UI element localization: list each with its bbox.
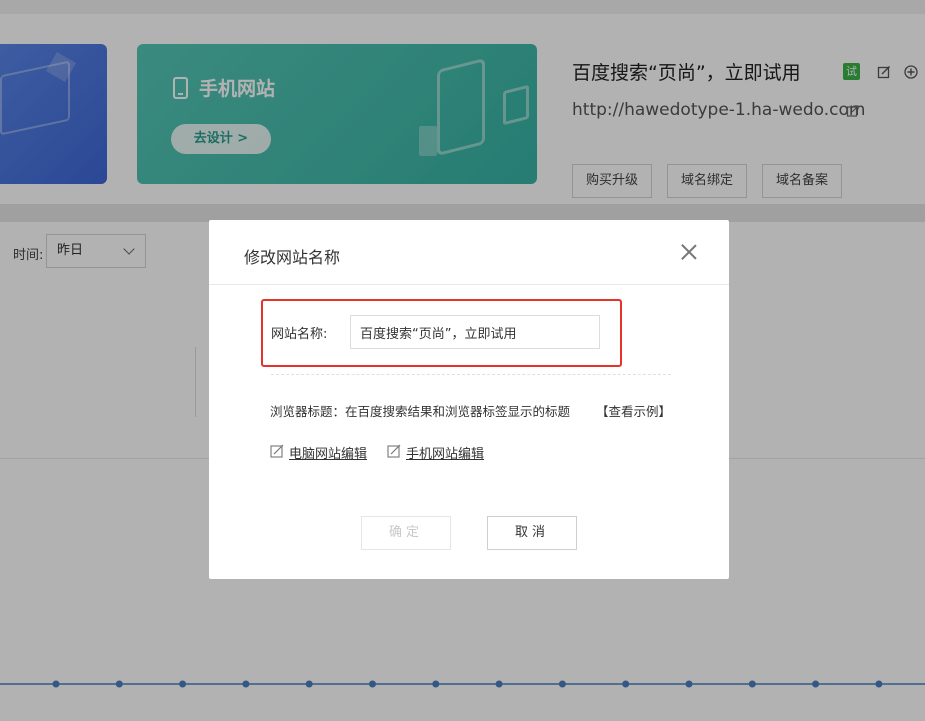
browser-title-label: 浏览器标题：在百度搜索结果和浏览器标签显示的标题 <box>270 404 571 419</box>
view-example-link[interactable]: 【查看示例】 <box>596 401 671 420</box>
rename-site-dialog: 修改网站名称 网站名称: 浏览器标题：在百度搜索结果和浏览器标签显示的标题 【查… <box>209 220 729 579</box>
dashed-divider <box>271 374 671 375</box>
confirm-button[interactable]: 确定 <box>361 516 451 550</box>
dialog-header-divider <box>209 284 729 285</box>
site-name-input[interactable] <box>350 315 600 349</box>
mobile-site-edit-link[interactable]: 手机网站编辑 <box>406 443 484 462</box>
dialog-title: 修改网站名称 <box>244 248 341 267</box>
site-name-label: 网站名称: <box>271 327 328 342</box>
pc-site-edit-link[interactable]: 电脑网站编辑 <box>289 443 367 462</box>
close-icon[interactable] <box>679 242 699 262</box>
cancel-button[interactable]: 取消 <box>487 516 577 550</box>
page: 手机网站 去设计 > 百度搜索“页尚”，立即试用 试 http://hawedo… <box>0 0 925 721</box>
pc-edit-icon <box>270 444 284 458</box>
mobile-edit-icon <box>387 444 401 458</box>
